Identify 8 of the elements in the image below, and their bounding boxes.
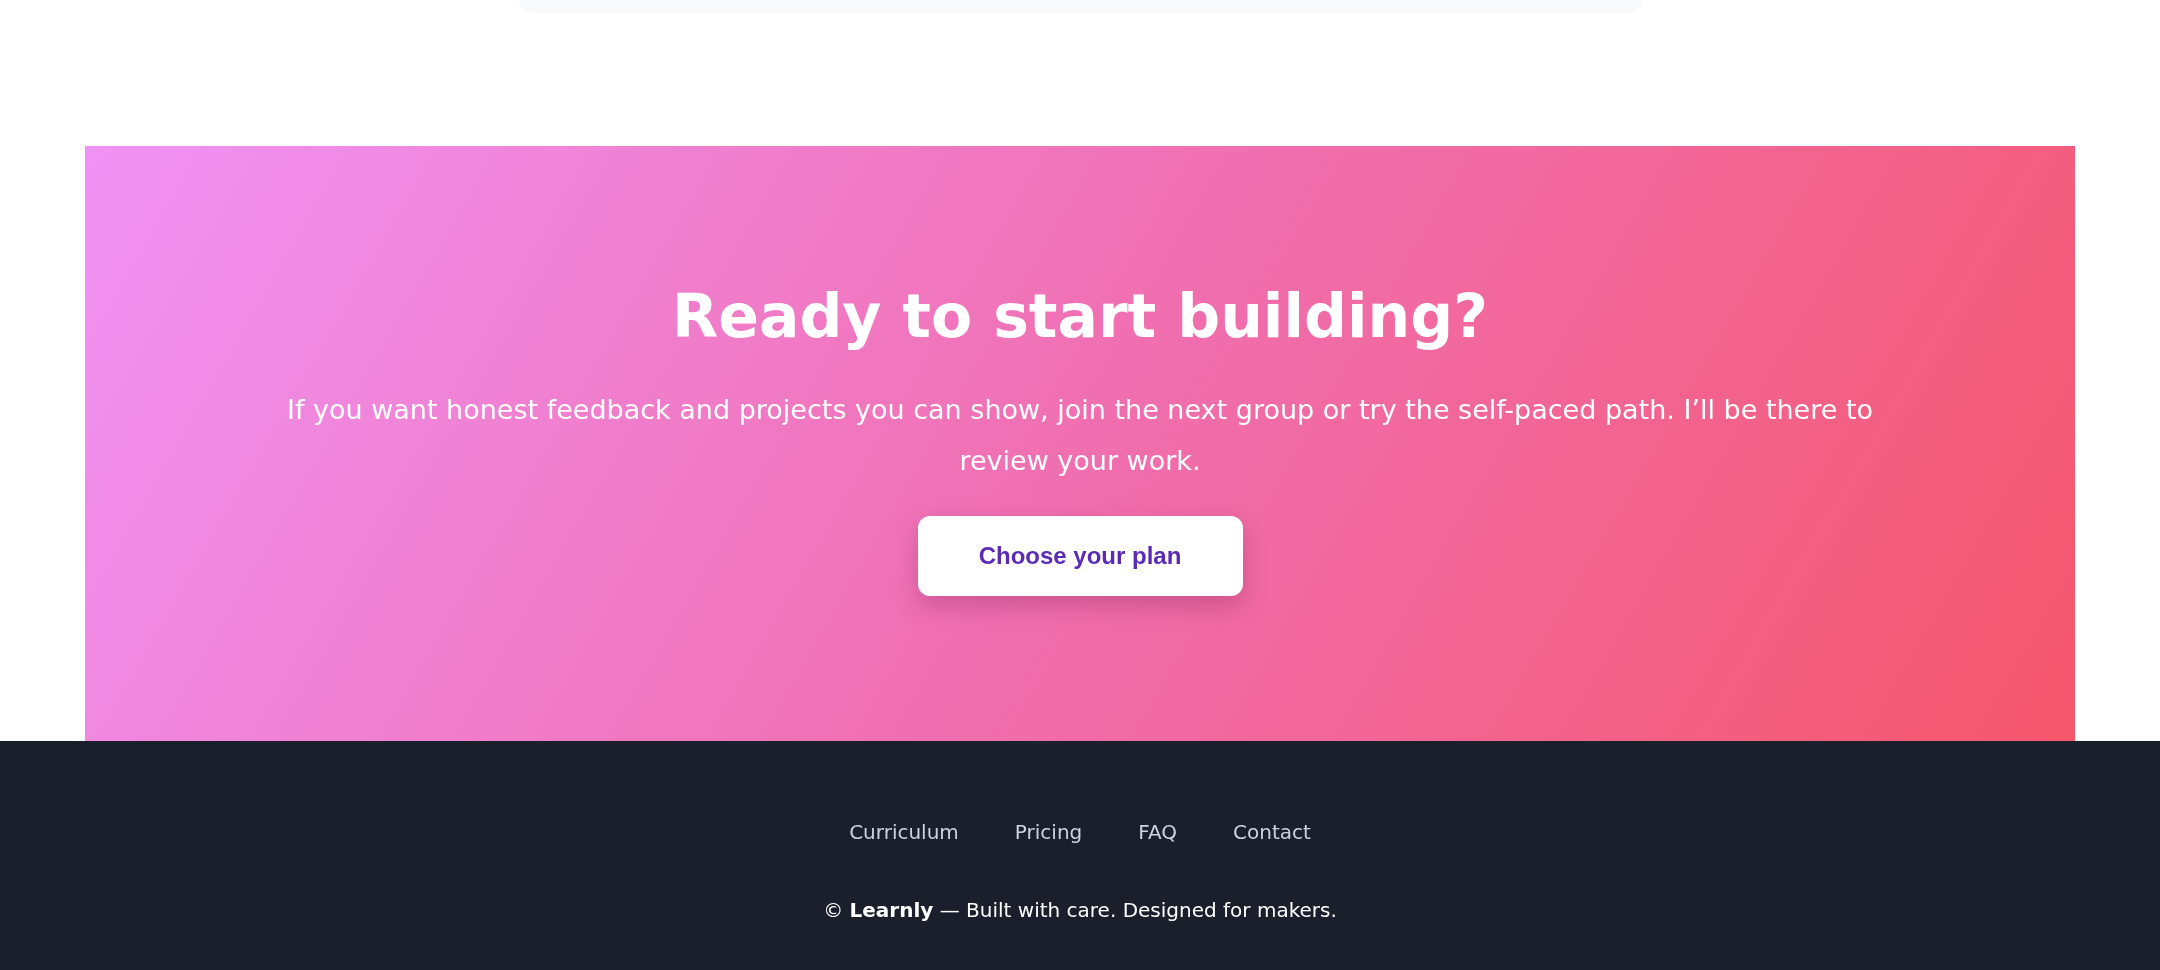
cta-title: Ready to start building?	[672, 280, 1488, 353]
copyright-text: © Learnly — Built with care. Designed for makers.	[823, 897, 1337, 924]
footer-link[interactable]: FAQ	[1138, 817, 1177, 847]
footer-link[interactable]: Curriculum	[849, 817, 959, 847]
footer-link[interactable]: Pricing	[1014, 817, 1083, 847]
cta-text: If you want honest feedback and projects you can show, join the next group or try the self-paced path. I’ll be there to review your work.	[285, 393, 1875, 478]
choose-plan-button[interactable]: Choose your plan	[917, 516, 1243, 596]
footer-link[interactable]: Contact	[1233, 817, 1311, 847]
